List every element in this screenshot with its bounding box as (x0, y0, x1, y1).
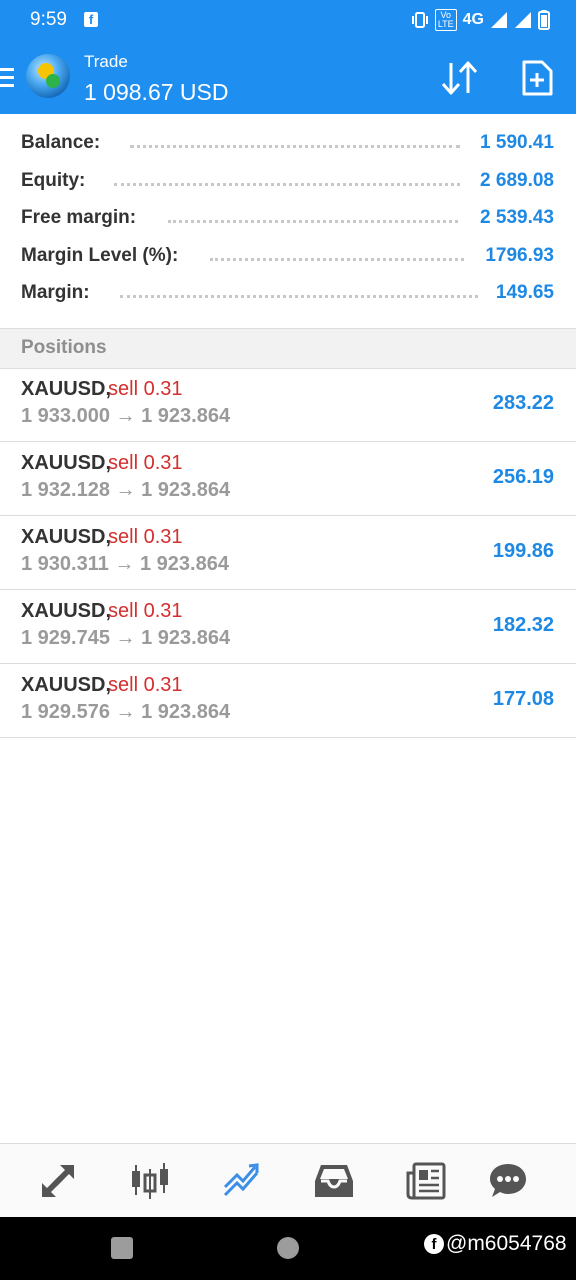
top-bar: 9:59 f Vo LTE 4G Trade 1 098.67 USD (0, 0, 576, 114)
status-icons: Vo LTE 4G (411, 9, 550, 31)
signal-icon-2 (515, 12, 531, 28)
summary-label: Equity: (21, 169, 86, 191)
position-direction: sell 0.31 (108, 600, 183, 622)
summary-value: 1796.93 (485, 244, 554, 266)
summary-label: Balance: (21, 132, 101, 153)
position-symbol: XAUUSD, (21, 600, 112, 622)
position-direction: sell 0.31 (108, 378, 183, 400)
position-profit: 256.19 (492, 466, 554, 488)
summary-row-margin: Margin: 149.65 (0, 274, 576, 312)
positions-header-label: Positions (21, 337, 107, 358)
vibrate-icon (411, 12, 428, 28)
position-prices: 1 933.000 → 1 923.864 (21, 405, 231, 427)
position-direction: sell 0.31 (108, 526, 183, 548)
position-prices: 1 930.311 → 1 923.864 (21, 553, 229, 575)
facebook-logo-icon: f (424, 1234, 444, 1254)
summary-label: Free margin: (21, 207, 137, 228)
home-button[interactable] (277, 1237, 299, 1259)
position-profit: 283.22 (492, 392, 554, 414)
sort-icon[interactable] (440, 60, 480, 96)
position-symbol: XAUUSD, (21, 526, 112, 548)
position-prices: 1 929.576 → 1 923.864 (21, 701, 231, 723)
position-profit: 199.86 (492, 540, 554, 562)
watermark: f @m6054768 (424, 1232, 567, 1256)
inbox-history-icon (315, 1165, 353, 1197)
summary-label: Margin Level (%): (21, 244, 179, 266)
positions-header: Positions (0, 328, 576, 369)
summary-label: Margin: (21, 282, 90, 303)
app-bar-title: Trade (84, 52, 128, 71)
app-logo (26, 54, 70, 98)
tab-history[interactable] (312, 1160, 356, 1202)
candlestick-chart-icon (132, 1163, 168, 1199)
positions-list: XAUUSD, sell 0.31 1 933.000 → 1 923.864 … (0, 368, 576, 738)
tab-chart[interactable] (128, 1160, 172, 1202)
dotted-leader (168, 220, 458, 223)
position-profit: 182.32 (492, 614, 554, 636)
tab-chat[interactable] (486, 1160, 530, 1202)
position-symbol: XAUUSD, (21, 452, 112, 474)
summary-row-balance: Balance: 1 590.41 (0, 124, 576, 162)
status-time: 9:59 (30, 9, 67, 30)
summary-row-margin-level: Margin Level (%): 1796.93 (0, 237, 576, 275)
dotted-leader (114, 182, 460, 186)
position-symbol: XAUUSD, (21, 378, 112, 400)
quotes-arrows-icon (42, 1165, 74, 1197)
position-profit: 177.08 (492, 688, 554, 710)
account-summary: Balance: 1 590.41 Equity: 2 689.08 Free … (0, 124, 576, 312)
watermark-text: @m6054768 (446, 1232, 567, 1255)
volte-icon: Vo LTE (434, 9, 457, 31)
position-direction: sell 0.31 (108, 452, 183, 474)
dotted-leader (120, 295, 478, 298)
position-row[interactable]: XAUUSD, sell 0.31 1 929.576 → 1 923.864 … (0, 664, 576, 738)
chat-icon (490, 1164, 526, 1197)
position-prices: 1 932.128 → 1 923.864 (21, 479, 231, 501)
tab-trade[interactable] (220, 1160, 264, 1202)
recents-button[interactable] (111, 1237, 133, 1259)
dotted-leader (210, 257, 464, 261)
position-prices: 1 929.745 → 1 923.864 (21, 627, 231, 649)
tab-news[interactable] (404, 1160, 448, 1202)
summary-value: 149.65 (495, 282, 554, 303)
trade-trend-icon (223, 1163, 259, 1197)
position-row[interactable]: XAUUSD, sell 0.31 1 930.311 → 1 923.864 … (0, 516, 576, 590)
news-icon (406, 1162, 446, 1200)
network-type: 4G (462, 11, 484, 28)
position-direction: sell 0.31 (108, 674, 183, 696)
position-row[interactable]: XAUUSD, sell 0.31 1 933.000 → 1 923.864 … (0, 368, 576, 442)
android-nav-bar: f @m6054768 (0, 1217, 576, 1280)
facebook-notification-icon: f (84, 12, 98, 27)
tab-quotes[interactable] (36, 1160, 80, 1202)
position-symbol: XAUUSD, (21, 674, 112, 696)
dotted-leader (130, 145, 460, 148)
battery-icon (538, 10, 550, 30)
new-order-icon[interactable] (520, 60, 554, 96)
summary-row-free-margin: Free margin: 2 539.43 (0, 199, 576, 237)
status-bar: 9:59 f Vo LTE 4G (0, 0, 576, 42)
summary-row-equity: Equity: 2 689.08 (0, 162, 576, 200)
menu-icon[interactable] (0, 68, 14, 92)
summary-value: 2 689.08 (480, 169, 554, 191)
app-bar: Trade 1 098.67 USD (0, 42, 576, 114)
account-profit: 1 098.67 USD (84, 79, 229, 105)
signal-icon (491, 12, 507, 28)
summary-value: 2 539.43 (480, 207, 554, 228)
position-row[interactable]: XAUUSD, sell 0.31 1 932.128 → 1 923.864 … (0, 442, 576, 516)
summary-value: 1 590.41 (480, 132, 554, 153)
bottom-tab-bar (0, 1143, 576, 1218)
position-row[interactable]: XAUUSD, sell 0.31 1 929.745 → 1 923.864 … (0, 590, 576, 664)
